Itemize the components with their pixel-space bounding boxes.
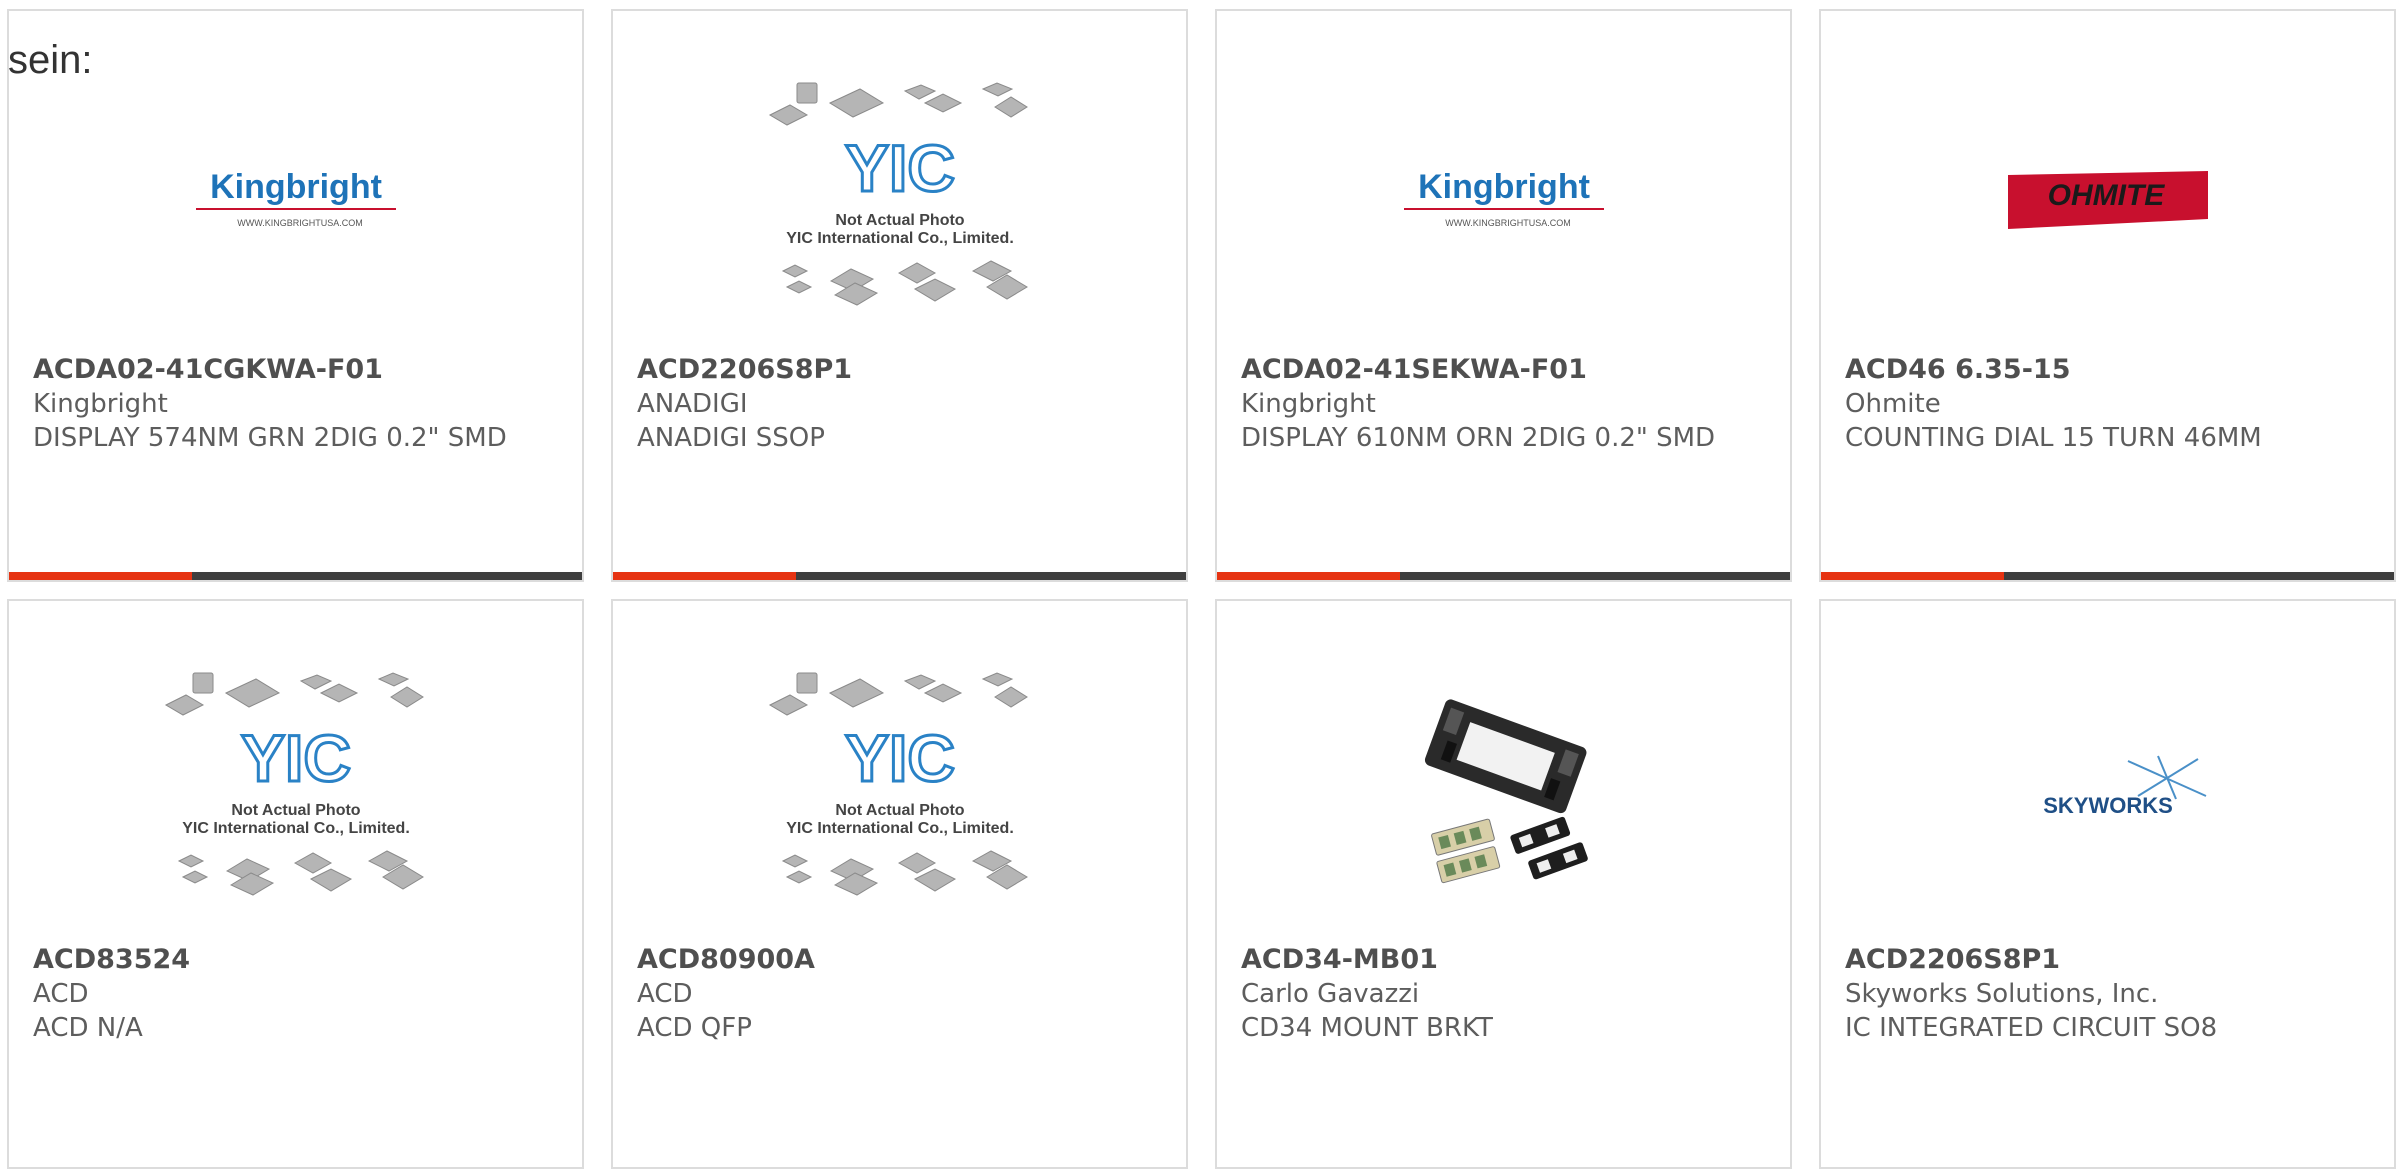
product-card[interactable]: YIC Not Actual Photo YIC International C… (611, 9, 1188, 582)
description: ACD N/A (33, 1013, 143, 1043)
yic-placeholder-image: YIC Not Actual Photo YIC International C… (164, 672, 424, 896)
product-image[interactable]: YIC Not Actual Photo YIC International C… (613, 641, 1186, 941)
card-bottom-bar (1821, 572, 2394, 580)
description: IC INTEGRATED CIRCUIT SO8 (1845, 1013, 2218, 1043)
skyworks-logo: SKYWORKS (2043, 755, 2206, 818)
svg-text:OHMITE: OHMITE (2047, 179, 2165, 212)
product-card[interactable]: YIC Not Actual Photo YIC International C… (611, 599, 1188, 1169)
svg-text:Not Actual Photo: Not Actual Photo (231, 802, 360, 819)
kingbright-logo: Kingbright WWW.KINGBRIGHTUSA.COM (195, 168, 396, 228)
product-card[interactable]: Kingbright WWW.KINGBRIGHTUSA.COM ACDA02-… (7, 9, 584, 582)
product-image[interactable]: Kingbright WWW.KINGBRIGHTUSA.COM (9, 51, 582, 351)
mounting-bracket-photo (1424, 699, 1588, 884)
manufacturer: ACD (637, 979, 693, 1009)
description: ANADIGI SSOP (637, 423, 825, 453)
svg-text:Kingbright: Kingbright (1418, 168, 1590, 206)
product-image[interactable] (1217, 641, 1790, 941)
part-number[interactable]: ACD46 6.35-15 (1845, 353, 2374, 387)
svg-text:Not Actual Photo: Not Actual Photo (835, 802, 964, 819)
card-bottom-bar (1217, 572, 1790, 580)
part-number[interactable]: ACD2206S8P1 (637, 353, 1166, 387)
intro-text: sein: (8, 38, 93, 82)
svg-text:WWW.KINGBRIGHTUSA.COM: WWW.KINGBRIGHTUSA.COM (1445, 218, 1571, 228)
svg-text:YIC International Co., Limited: YIC International Co., Limited. (786, 820, 1014, 837)
svg-text:Kingbright: Kingbright (210, 168, 382, 206)
svg-text:WWW.KINGBRIGHTUSA.COM: WWW.KINGBRIGHTUSA.COM (237, 218, 363, 228)
manufacturer: Kingbright (1241, 389, 1376, 419)
product-card[interactable]: ACD34-MB01 Carlo Gavazzi CD34 MOUNT BRKT (1215, 599, 1792, 1169)
manufacturer: ANADIGI (637, 389, 748, 419)
yic-placeholder-image: YIC Not Actual Photo YIC International C… (768, 82, 1028, 306)
svg-text:SKYWORKS: SKYWORKS (2043, 793, 2173, 818)
svg-text:YIC: YIC (844, 131, 954, 205)
product-image[interactable]: SKYWORKS (1821, 641, 2394, 941)
part-number[interactable]: ACDA02-41CGKWA-F01 (33, 353, 562, 387)
manufacturer: Kingbright (33, 389, 168, 419)
product-card[interactable]: OHMITE ACD46 6.35-15 Ohmite COUNTING DIA… (1819, 9, 2396, 582)
manufacturer: ACD (33, 979, 89, 1009)
product-image[interactable]: OHMITE (1821, 51, 2394, 351)
svg-text:YIC: YIC (844, 721, 954, 795)
product-card[interactable]: Kingbright WWW.KINGBRIGHTUSA.COM ACDA02-… (1215, 9, 1792, 582)
part-number[interactable]: ACD34-MB01 (1241, 943, 1770, 977)
product-card[interactable]: SKYWORKS ACD2206S8P1 Skyworks Solutions,… (1819, 599, 2396, 1169)
kingbright-logo: Kingbright WWW.KINGBRIGHTUSA.COM (1403, 168, 1604, 228)
card-bottom-bar (613, 572, 1186, 580)
part-number[interactable]: ACDA02-41SEKWA-F01 (1241, 353, 1770, 387)
description: DISPLAY 610NM ORN 2DIG 0.2" SMD (1241, 423, 1716, 453)
manufacturer: Ohmite (1845, 389, 1941, 419)
part-number[interactable]: ACD80900A (637, 943, 1166, 977)
manufacturer: Carlo Gavazzi (1241, 979, 1420, 1009)
product-image[interactable]: YIC Not Actual Photo YIC International C… (613, 51, 1186, 351)
product-image[interactable]: Kingbright WWW.KINGBRIGHTUSA.COM (1217, 51, 1790, 351)
yic-placeholder-image: YIC Not Actual Photo YIC International C… (768, 672, 1028, 896)
part-number[interactable]: ACD2206S8P1 (1845, 943, 2374, 977)
description: COUNTING DIAL 15 TURN 46MM (1845, 423, 2262, 453)
svg-text:Not Actual Photo: Not Actual Photo (835, 212, 964, 229)
ohmite-logo: OHMITE (2007, 171, 2208, 229)
svg-text:YIC: YIC (240, 721, 350, 795)
part-number[interactable]: ACD83524 (33, 943, 562, 977)
product-image[interactable]: YIC Not Actual Photo YIC International C… (9, 641, 582, 941)
description: CD34 MOUNT BRKT (1241, 1013, 1493, 1043)
product-card[interactable]: YIC Not Actual Photo YIC International C… (7, 599, 584, 1169)
svg-text:YIC International Co., Limited: YIC International Co., Limited. (786, 230, 1014, 247)
description: DISPLAY 574NM GRN 2DIG 0.2" SMD (33, 423, 507, 453)
card-bottom-bar (9, 572, 582, 580)
manufacturer: Skyworks Solutions, Inc. (1845, 979, 2159, 1009)
description: ACD QFP (637, 1013, 752, 1043)
svg-text:YIC International Co., Limited: YIC International Co., Limited. (182, 820, 410, 837)
